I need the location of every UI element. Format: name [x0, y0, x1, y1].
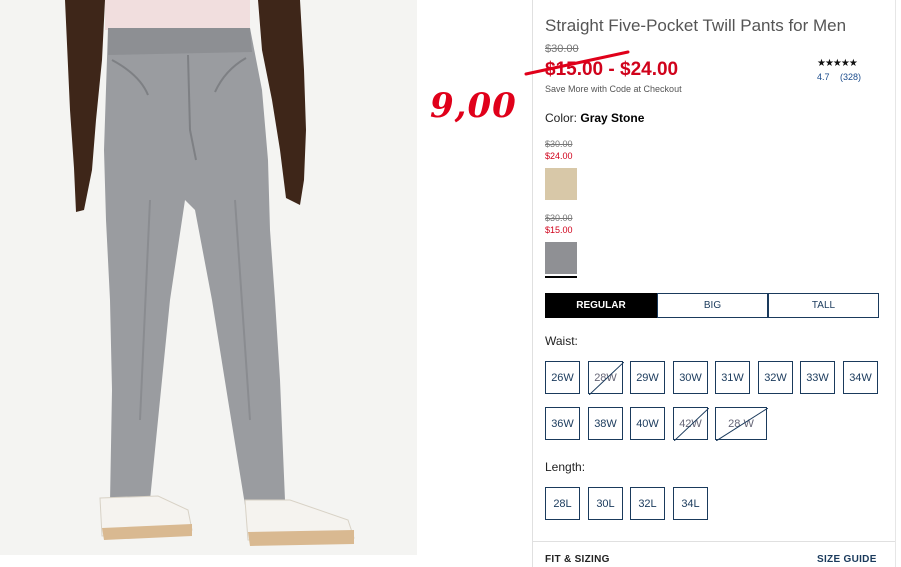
selected-swatch-indicator [545, 276, 577, 278]
waist-size-button[interactable]: 29W [630, 361, 665, 394]
size-guide-link[interactable]: SIZE GUIDE [817, 554, 877, 565]
waist-size-button-unavailable[interactable]: 28W [588, 361, 624, 395]
waist-label: Waist: [545, 334, 578, 348]
waist-size-button-unavailable[interactable]: 42W [673, 407, 709, 441]
pants-model-illustration [65, 0, 355, 546]
length-size-button[interactable]: 28L [545, 487, 580, 520]
fit-tab-tall[interactable]: TALL [768, 293, 879, 318]
waist-size-button-unavailable[interactable]: 28 W [715, 407, 768, 441]
waist-size-button[interactable]: 26W [545, 361, 580, 394]
swatch-original-price: $30.00 [545, 213, 573, 223]
product-image [0, 0, 417, 555]
swatch-original-price: $30.00 [545, 139, 573, 149]
swatch-sale-price: $24.00 [545, 151, 573, 161]
panel-divider-right [895, 0, 896, 567]
waist-size-button[interactable]: 32W [758, 361, 793, 394]
length-size-button[interactable]: 34L [673, 487, 708, 520]
waist-size-button[interactable]: 34W [843, 361, 878, 394]
waist-size-button[interactable]: 40W [630, 407, 665, 440]
color-selection: Color: Gray Stone [545, 111, 644, 125]
waist-size-button[interactable]: 30W [673, 361, 708, 394]
save-more-note: Save More with Code at Checkout [545, 84, 682, 94]
rating-stars-icon[interactable]: ★★★★★ [817, 58, 858, 69]
section-divider [533, 541, 895, 542]
length-label: Length: [545, 460, 586, 474]
swatch-sale-price: $15.00 [545, 225, 573, 235]
handwritten-price-note: 9,00 [430, 86, 517, 126]
unavailable-slash-icon [589, 362, 624, 395]
length-size-button[interactable]: 32L [630, 487, 665, 520]
khaki-swatch[interactable] [545, 168, 577, 200]
unavailable-slash-icon [674, 408, 709, 441]
panel-divider [532, 0, 533, 567]
fit-tab-big[interactable]: BIG [657, 293, 768, 318]
gray-stone-swatch[interactable] [545, 242, 577, 274]
red-strikethrough-mark [524, 50, 630, 76]
waist-size-button[interactable]: 33W [800, 361, 835, 394]
rating-value: 4.7 [817, 72, 830, 82]
waist-size-button[interactable]: 38W [588, 407, 623, 440]
waist-size-button[interactable]: 31W [715, 361, 750, 394]
rating-count-link[interactable]: (328) [840, 72, 861, 82]
length-size-button[interactable]: 30L [588, 487, 623, 520]
fit-sizing-accordion[interactable]: FIT & SIZING [545, 554, 610, 565]
waist-size-button[interactable]: 36W [545, 407, 580, 440]
color-selected-name: Gray Stone [580, 111, 645, 125]
color-label: Color: [545, 111, 578, 125]
unavailable-slash-icon [716, 408, 768, 441]
fit-tab-regular[interactable]: REGULAR [545, 293, 657, 318]
product-title: Straight Five-Pocket Twill Pants for Men [545, 16, 847, 35]
